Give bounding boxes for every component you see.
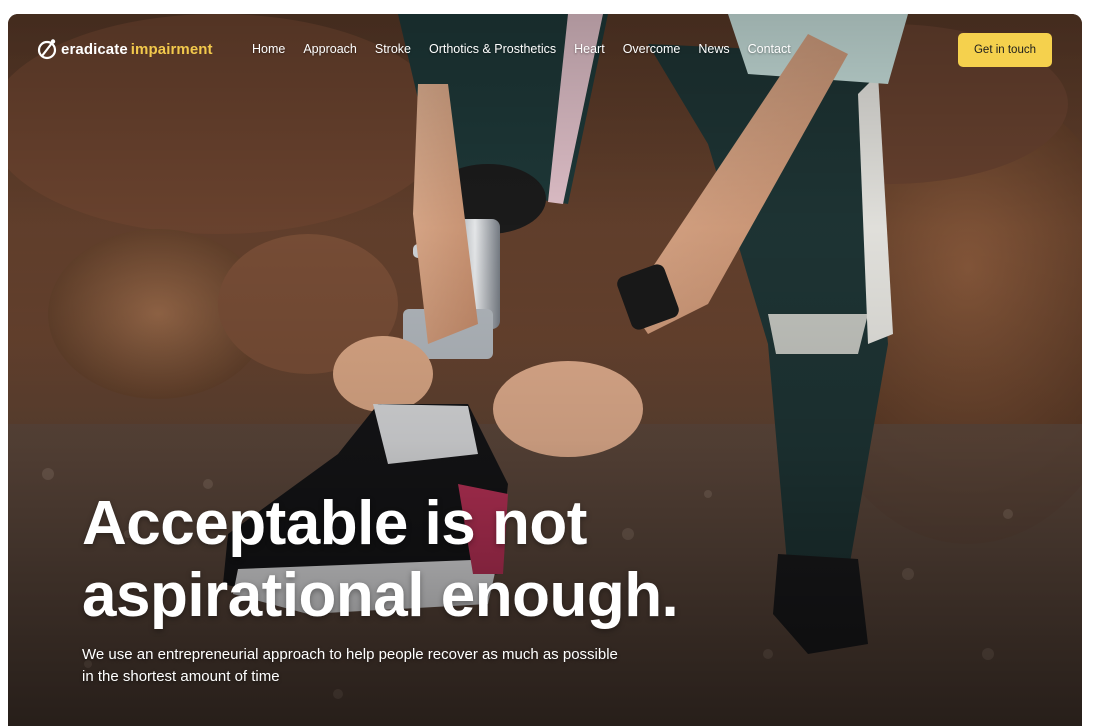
nav-contact[interactable]: Contact (748, 42, 791, 56)
main-nav: Home Approach Stroke Orthotics & Prosthe… (252, 42, 809, 56)
hero-title-line-2: aspirational enough. (82, 561, 679, 630)
nav-stroke[interactable]: Stroke (375, 42, 411, 56)
nav-news[interactable]: News (698, 42, 729, 56)
get-in-touch-button[interactable]: Get in touch (958, 33, 1052, 67)
logo-text-accent: impairment (130, 40, 213, 58)
brand-logo[interactable]: eradicate impairment (36, 38, 213, 60)
hero-title: Acceptable is not aspirational enough. (82, 488, 982, 632)
nav-approach[interactable]: Approach (303, 42, 357, 56)
logo-text-primary: eradicate (61, 40, 128, 58)
nav-home[interactable]: Home (252, 42, 285, 56)
top-navbar: eradicate impairment Home Approach Strok… (8, 14, 1082, 86)
hero-subtitle: We use an entrepreneurial approach to he… (82, 646, 618, 685)
nav-heart[interactable]: Heart (574, 42, 605, 56)
page-frame: eradicate impairment Home Approach Strok… (8, 14, 1082, 726)
logo-icon (37, 39, 57, 60)
hero-title-line-1: Acceptable is not (82, 489, 587, 558)
nav-orthotics-prosthetics[interactable]: Orthotics & Prosthetics (429, 42, 556, 56)
nav-overcome[interactable]: Overcome (623, 42, 681, 56)
